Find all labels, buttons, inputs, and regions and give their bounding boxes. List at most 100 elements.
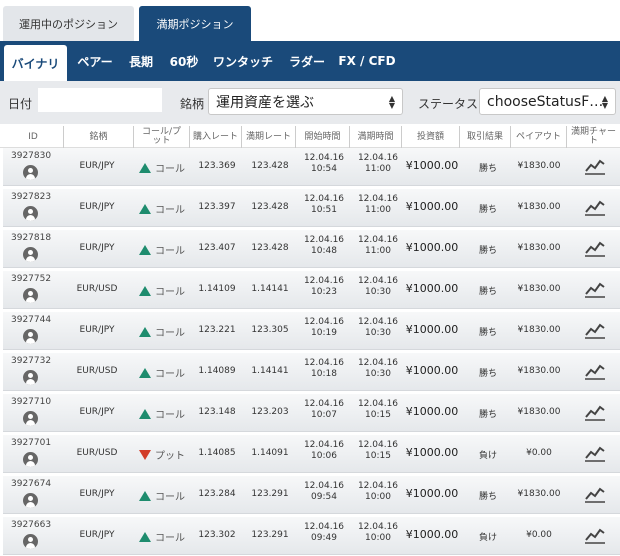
expiry-clock: 10:30: [365, 369, 391, 379]
start-clock: 10:51: [311, 205, 337, 215]
position-id: 3927674: [11, 479, 52, 489]
chart-icon[interactable]: [584, 280, 606, 298]
chart-icon[interactable]: [584, 321, 606, 339]
direction-label: コール: [155, 533, 185, 544]
expiry-time: 12.04.16 11:00: [352, 153, 404, 175]
start-clock: 10:07: [311, 410, 337, 420]
start-date: 12.04.16: [303, 276, 345, 286]
expiry-time: 12.04.16 10:00: [352, 481, 404, 503]
start-date: 12.04.16: [303, 358, 345, 368]
symbol: EUR/USD: [76, 284, 118, 294]
expiry-rate: 123.428: [251, 202, 289, 212]
start-time: 12.04.16 10:48: [298, 235, 350, 257]
col-amount: 投資額: [401, 126, 459, 148]
buy-rate: 123.284: [198, 489, 236, 499]
trade-result: 勝ち: [478, 369, 497, 379]
start-time: 12.04.16 10:54: [298, 153, 350, 175]
start-clock: 10:54: [311, 164, 337, 174]
user-icon: [23, 370, 38, 385]
buy-rate: 123.397: [198, 202, 236, 212]
start-time: 12.04.16 10:19: [298, 317, 350, 339]
direction-label: コール: [155, 410, 185, 421]
expiry-rate: 123.428: [251, 161, 289, 171]
direction-label: コール: [155, 246, 185, 257]
table-row[interactable]: 3927830 EUR/JPY コール 123.369 123.428 12.04.16 1…: [3, 148, 620, 186]
expiry-rate: 123.203: [251, 407, 289, 417]
date-input[interactable]: [38, 88, 162, 112]
payout: ¥1830.00: [517, 366, 561, 376]
trade-result: 勝ち: [478, 492, 497, 502]
nav-one-touch[interactable]: ワンタッチ: [209, 41, 277, 81]
chart-icon[interactable]: [584, 198, 606, 216]
col-result: 取引結果: [459, 126, 510, 148]
table-row[interactable]: 3927818 EUR/JPY コール 123.407 123.428 12.04.16 1…: [3, 230, 620, 268]
symbol: EUR/JPY: [79, 325, 115, 335]
direction-label: プット: [155, 451, 185, 462]
chart-icon[interactable]: [584, 239, 606, 257]
start-clock: 10:48: [311, 246, 337, 256]
tab-expired-positions[interactable]: 満期ポジション: [139, 6, 251, 41]
table-row[interactable]: 3927701 EUR/USD プット 1.14085 1.14091 12.04.16 1…: [3, 435, 620, 473]
start-clock: 10:18: [311, 369, 337, 379]
chart-icon[interactable]: [584, 485, 606, 503]
symbol: EUR/JPY: [79, 407, 115, 417]
expiry-rate: 1.14141: [251, 366, 289, 376]
col-buy-rate: 購入レート: [189, 126, 241, 148]
chart-icon[interactable]: [584, 362, 606, 380]
start-clock: 10:23: [311, 287, 337, 297]
chart-icon[interactable]: [584, 403, 606, 421]
user-icon: [23, 534, 38, 549]
expiry-clock: 10:15: [365, 410, 391, 420]
payout: ¥1830.00: [517, 407, 561, 417]
direction-label: コール: [155, 287, 185, 298]
buy-rate: 123.221: [198, 325, 236, 335]
start-time: 12.04.16 09:49: [298, 522, 350, 544]
status-select[interactable]: chooseStatusF… ▲ ▼: [479, 88, 616, 115]
payout: ¥1830.00: [517, 243, 561, 253]
chart-icon[interactable]: [584, 526, 606, 544]
position-id: 3927710: [11, 397, 52, 407]
call-arrow-icon: [139, 244, 151, 255]
chart-icon[interactable]: [584, 157, 606, 175]
col-payout: ペイアウト: [510, 126, 566, 148]
nav-ladder[interactable]: ラダー: [283, 41, 331, 81]
chart-icon[interactable]: [584, 444, 606, 462]
direction-label: コール: [155, 369, 185, 380]
direction: コール: [139, 365, 195, 380]
table-row[interactable]: 3927744 EUR/JPY コール 123.221 123.305 12.04.16 1…: [3, 312, 620, 350]
table-row[interactable]: 3927663 EUR/JPY コール 123.302 123.291 12.04.16 0…: [3, 517, 620, 555]
user-icon: [23, 329, 38, 344]
start-clock: 09:54: [311, 492, 337, 502]
nav-fx-cfd[interactable]: FX / CFD: [336, 41, 398, 81]
table-row[interactable]: 3927823 EUR/JPY コール 123.397 123.428 12.04.16 1…: [3, 189, 620, 227]
table-row[interactable]: 3927710 EUR/JPY コール 123.148 123.203 12.04.16 1…: [3, 394, 620, 432]
direction-label: コール: [155, 492, 185, 503]
table-row[interactable]: 3927752 EUR/USD コール 1.14109 1.14141 12.04.16 1…: [3, 271, 620, 309]
expiry-time: 12.04.16 10:15: [352, 440, 404, 462]
symbol: EUR/JPY: [79, 161, 115, 171]
nav-binary[interactable]: バイナリ: [4, 45, 67, 81]
col-start-time: 開始時間: [295, 126, 349, 148]
nav-pair[interactable]: ペアー: [70, 41, 120, 81]
table-row[interactable]: 3927674 EUR/JPY コール 123.284 123.291 12.04.16 0…: [3, 476, 620, 514]
payout: ¥0.00: [526, 448, 552, 458]
user-icon: [23, 493, 38, 508]
investment-amount: ¥1000.00: [405, 159, 459, 172]
symbol-select[interactable]: 運用資産を選ぶ ▲ ▼: [208, 88, 403, 115]
product-nav: バイナリ ペアー 長期 60秒 ワンタッチ ラダー FX / CFD: [0, 41, 620, 81]
position-id: 3927701: [11, 438, 52, 448]
status-label: ステータス: [418, 97, 479, 111]
nav-60sec[interactable]: 60秒: [165, 41, 203, 81]
expiry-time: 12.04.16 10:30: [352, 317, 404, 339]
table-row[interactable]: 3927732 EUR/USD コール 1.14089 1.14141 12.04.16 1…: [3, 353, 620, 391]
position-id: 3927732: [11, 356, 52, 366]
buy-rate: 123.407: [198, 243, 236, 253]
direction: コール: [139, 529, 195, 544]
expiry-clock: 10:30: [365, 287, 391, 297]
nav-long-term[interactable]: 長期: [124, 41, 158, 81]
payout: ¥0.00: [526, 530, 552, 540]
start-time: 12.04.16 10:18: [298, 358, 350, 380]
start-clock: 10:19: [311, 328, 337, 338]
tab-open-positions[interactable]: 運用中のポジション: [3, 6, 134, 41]
direction: コール: [139, 283, 195, 298]
